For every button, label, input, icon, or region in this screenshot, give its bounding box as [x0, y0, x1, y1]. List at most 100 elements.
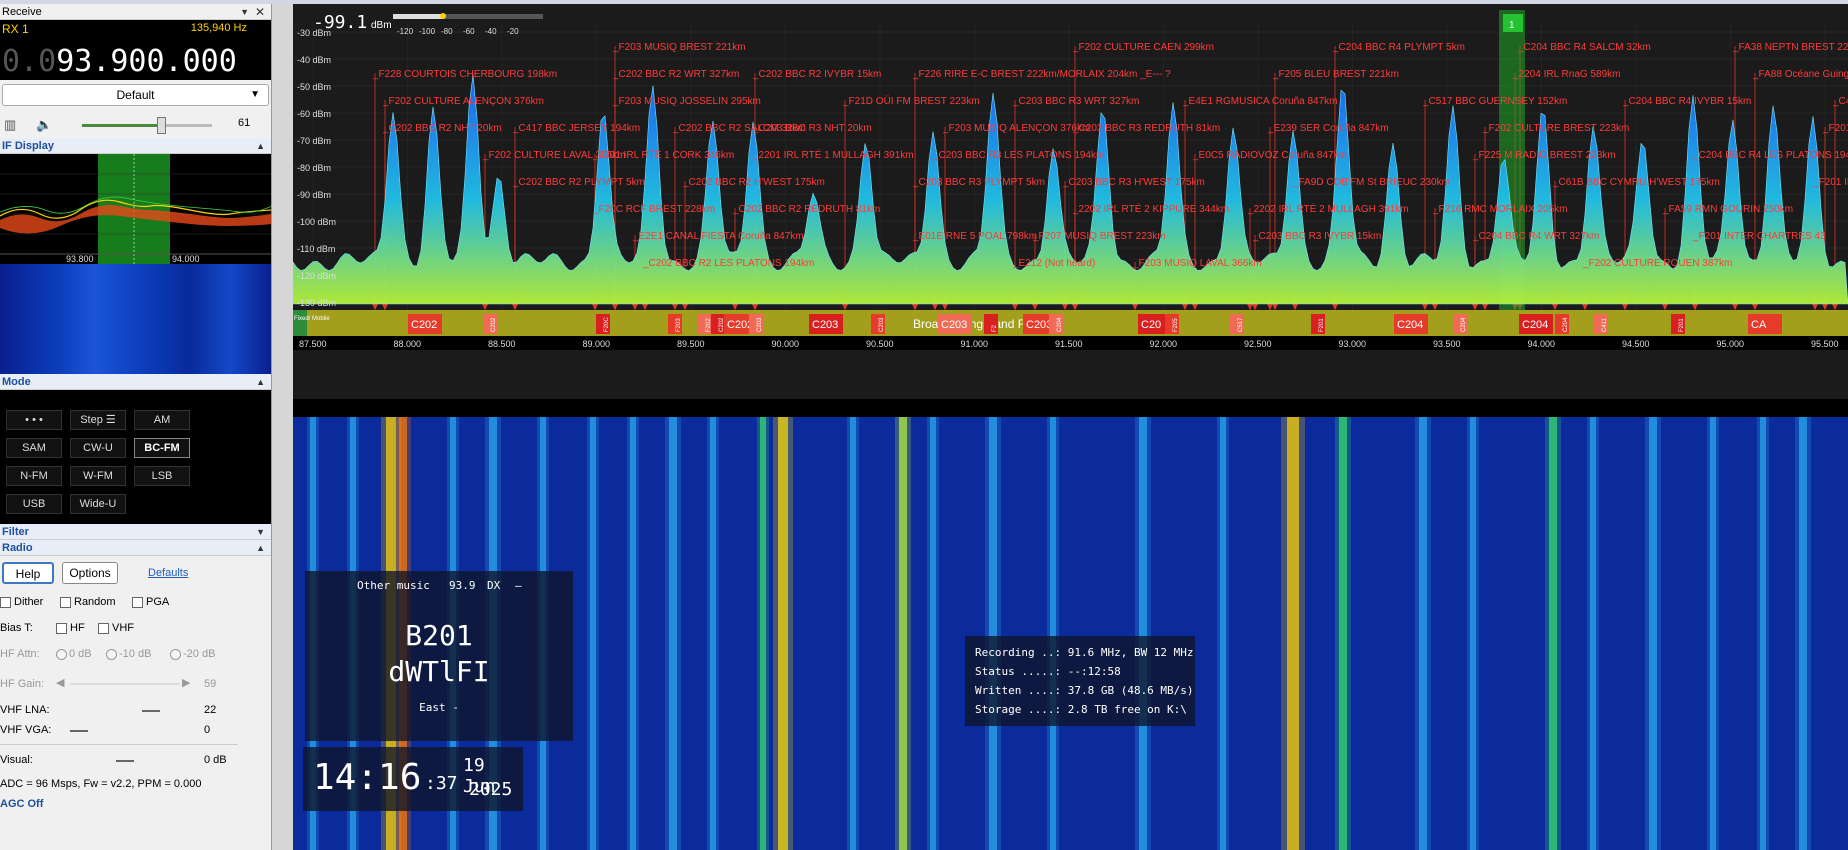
bias-t-label: Bias T: [0, 622, 33, 634]
bias-vhf-checkbox[interactable]: VHF [98, 622, 134, 634]
station-label: _C204 BBC R4 IVYBR 15km [1622, 96, 1751, 107]
x-tick-label: 90.500 [866, 339, 894, 349]
spectrum-display[interactable]: 1 _F203 MUSIQ BREST 221km _F202 CULTURE C… [293, 4, 1848, 399]
bias-hf-checkbox[interactable]: HF [56, 622, 85, 634]
right-arrow-icon[interactable]: ▶ [182, 676, 190, 689]
station-label: _C411 BBC R CORN [1832, 96, 1848, 107]
station-chip-label: C517 [1238, 317, 1244, 332]
mode-header[interactable]: Mode ▲ [0, 374, 271, 390]
waterfall-column-core [1419, 417, 1427, 850]
bars-icon[interactable]: ▥ [4, 117, 16, 133]
mode-bcfm-button[interactable]: BC-FM [134, 438, 190, 458]
recording-panel: Recording ..: 91.6 MHz, BW 12 MHz Status… [965, 636, 1195, 726]
checkbox-box[interactable] [98, 622, 109, 634]
main-waterfall[interactable]: Other music 93.9 DX — B201 dWTlFI East -… [293, 417, 1848, 850]
station-chip-label: C20 [1141, 319, 1161, 331]
station-label: _F20C RCF BREST 228km [592, 204, 715, 215]
speaker-icon[interactable]: 🔈 [36, 117, 52, 133]
options-button[interactable]: Options [62, 562, 118, 584]
checkbox-box[interactable] [56, 622, 67, 634]
rds-region: East - [419, 701, 459, 714]
chevron-down-icon[interactable]: ▼ [256, 524, 265, 540]
volume-thumb[interactable] [157, 117, 167, 134]
mode-sam-button[interactable]: SAM [6, 438, 62, 458]
chevron-up-icon[interactable]: ▲ [256, 138, 265, 154]
station-label: _2202 IRL RTÉ 2 KIPPURE 344km [1072, 202, 1229, 215]
y-tick-label: -40 dBm [297, 55, 331, 65]
station-label: _C203 BBC R3 NHT 20km [752, 123, 872, 134]
if-spectrum[interactable]: 93.800 94.000 [0, 154, 271, 264]
mode-cwu-button[interactable]: CW-U [70, 438, 126, 458]
receive-header[interactable]: Receive ▼ ✕ [0, 4, 271, 20]
frequency-display[interactable]: 0.093.900.000 [2, 44, 237, 79]
waterfall-column-core [930, 417, 936, 850]
filter-label: Filter [2, 526, 29, 538]
waterfall-column-core [1050, 417, 1056, 850]
attn-20-radio[interactable]: -20 dB [170, 648, 215, 660]
checkbox-box[interactable] [0, 596, 11, 608]
agc-label[interactable]: AGC Off [0, 798, 43, 810]
chevron-down-icon[interactable]: ▼ [240, 4, 249, 20]
vhf-lna-slider[interactable] [142, 710, 160, 712]
spectrum-waterfall-splitter[interactable] [293, 399, 1848, 417]
radio-dot[interactable] [106, 648, 117, 660]
defaults-link[interactable]: Defaults [148, 567, 188, 579]
x-tick-label: 93.500 [1433, 339, 1461, 349]
pga-checkbox[interactable]: PGA [132, 596, 169, 608]
station-chip-label: C204 [1461, 317, 1467, 332]
mode-wideu-button[interactable]: Wide-U [70, 494, 126, 514]
chevron-up-icon[interactable]: ▲ [256, 374, 265, 390]
filter-header[interactable]: Filter ▼ [0, 524, 271, 540]
radio-dot[interactable] [56, 648, 67, 660]
written-row: Written ....: 37.8 GB (48.6 MB/s) [975, 684, 1194, 697]
if-waterfall[interactable] [0, 264, 271, 374]
station-chip-label: F20C [604, 317, 610, 332]
close-icon[interactable]: ✕ [255, 4, 265, 20]
station-label: _FA59 RMN GOURIN 250km [1662, 204, 1793, 215]
step-button[interactable]: Step ☰ [70, 410, 126, 430]
attn-10-radio[interactable]: -10 dB [106, 648, 151, 660]
if-display-header[interactable]: IF Display ▲ [0, 138, 271, 154]
mode-wfm-button[interactable]: W-FM [70, 466, 126, 486]
mode-am-button[interactable]: AM [134, 410, 190, 430]
bias-vhf-label: VHF [112, 622, 134, 634]
waterfall-column-core [1549, 417, 1557, 850]
radio-header[interactable]: Radio ▲ [0, 540, 271, 556]
visual-slider[interactable] [116, 760, 134, 762]
bias-hf-label: HF [70, 622, 85, 634]
random-checkbox[interactable]: Random [60, 596, 116, 608]
mode-more-button[interactable]: • • • [6, 410, 62, 430]
clock-panel: 14:16 :37 19 Jun 2025 [303, 747, 523, 811]
left-arrow-icon[interactable]: ◀ [56, 676, 64, 689]
station-label: _F226 RIRE E-C BREST 222km/MORLAIX 204km… [912, 69, 1171, 80]
hf-gain-slider[interactable] [70, 683, 180, 685]
vhf-lna-label: VHF LNA: [0, 704, 50, 716]
radio-dot[interactable] [170, 648, 181, 660]
vhf-vga-value: 0 [204, 724, 211, 736]
station-chip-label: C203 [879, 317, 885, 332]
station-chip-label: C411 [1602, 317, 1608, 332]
station-label: _FA88 Océane Guing [1752, 69, 1848, 80]
waterfall-column-core [669, 417, 677, 850]
x-tick-label: 89.000 [583, 339, 611, 349]
waterfall-column-core [1339, 417, 1347, 850]
checkbox-box[interactable] [132, 596, 143, 608]
mode-label: Mode [2, 376, 31, 388]
station-chip-label: F201 [1679, 318, 1685, 332]
profile-select[interactable]: Default ▼ [2, 84, 269, 106]
mode-lsb-button[interactable]: LSB [134, 466, 190, 486]
waterfall-column-core [1710, 417, 1716, 850]
mode-usb-button[interactable]: USB [6, 494, 62, 514]
attn-0-radio[interactable]: 0 dB [56, 648, 92, 660]
vhf-vga-slider[interactable] [70, 730, 88, 732]
dither-checkbox[interactable]: Dither [0, 596, 43, 608]
help-button[interactable]: Help [2, 562, 54, 584]
mode-nfm-button[interactable]: N-FM [6, 466, 62, 486]
x-tick-label: 94.500 [1622, 339, 1650, 349]
station-label: _C203 BBC R3 WRT 327km [1012, 96, 1139, 107]
volume-fill [82, 124, 162, 127]
station-label: _F207 MUSIQ BREST 223km [1032, 231, 1166, 242]
volume-slider[interactable] [82, 117, 212, 134]
chevron-up-icon[interactable]: ▲ [256, 540, 265, 556]
checkbox-box[interactable] [60, 596, 71, 608]
